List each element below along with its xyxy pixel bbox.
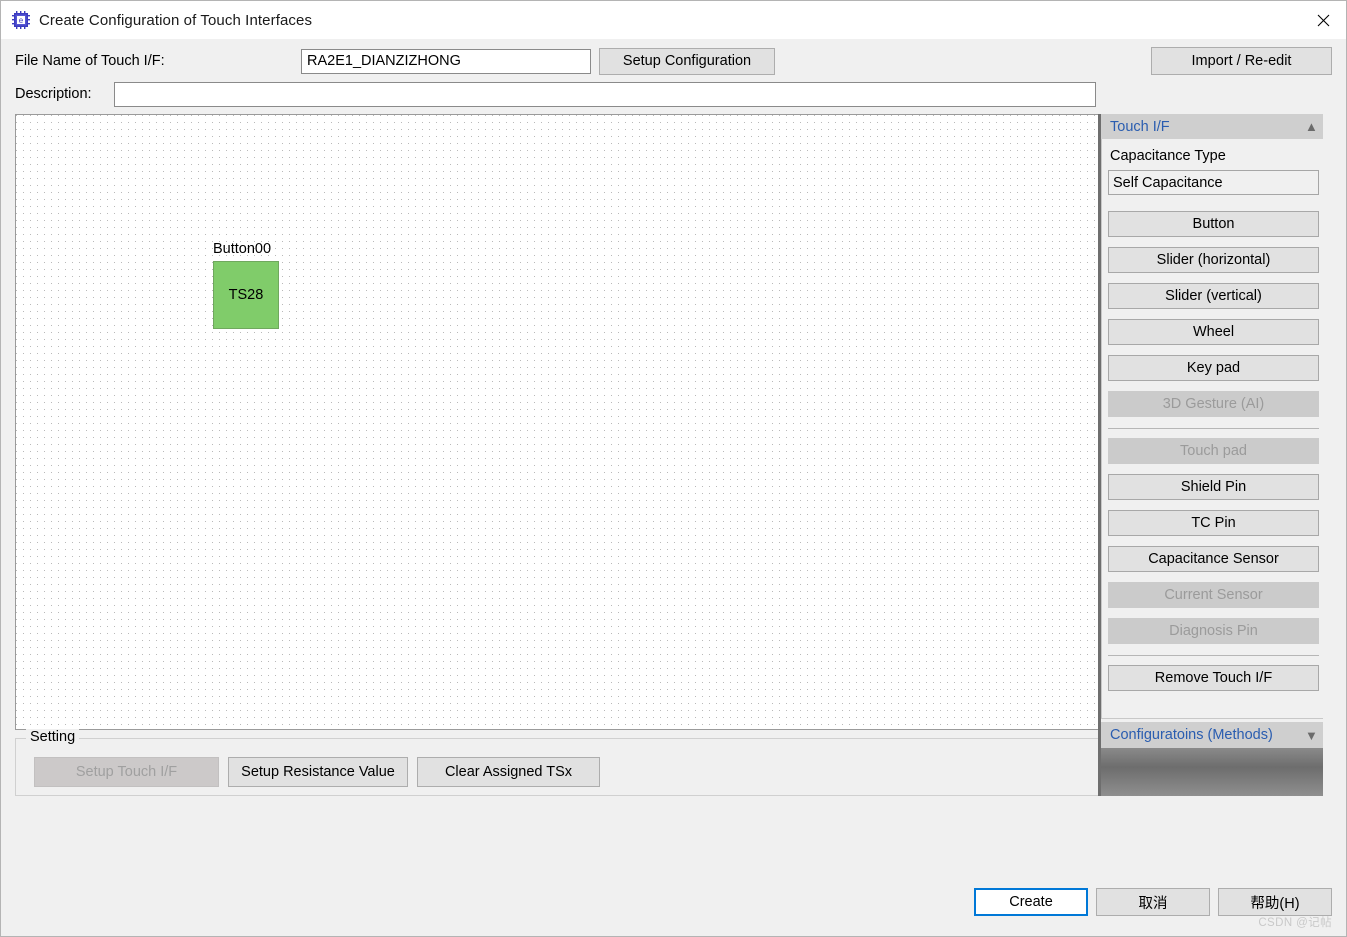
file-name-row: File Name of Touch I/F: RA2E1_DIANZIZHON…	[1, 47, 1346, 75]
setup-touch-if-button[interactable]: Setup Touch I/F	[34, 757, 219, 787]
window-title: Create Configuration of Touch Interfaces	[39, 11, 313, 29]
touch-element-button00[interactable]: Button00 TS28	[213, 241, 279, 329]
right-panel: Touch I/F ▲ Capacitance Type Self Capaci…	[1098, 114, 1334, 796]
panel-separator-2	[1108, 655, 1319, 656]
configurations-section-title: Configuratoins (Methods)	[1110, 727, 1273, 743]
description-row: Description:	[1, 80, 1346, 108]
key-pad-tool-button[interactable]: Key pad	[1108, 355, 1319, 381]
panel-inner: Touch I/F ▲ Capacitance Type Self Capaci…	[1101, 114, 1326, 796]
svg-text:e: e	[19, 16, 24, 25]
tc-pin-tool-button[interactable]: TC Pin	[1108, 510, 1319, 536]
touch-element-label: Button00	[213, 241, 272, 257]
close-icon	[1317, 14, 1329, 26]
remove-touch-if-button[interactable]: Remove Touch I/F	[1108, 665, 1319, 691]
setting-group: Setting Setup Touch I/F Setup Resistance…	[15, 729, 1098, 796]
create-button[interactable]: Create	[974, 888, 1088, 916]
panel-scrollbar[interactable]	[1323, 114, 1334, 796]
main-body: Button00 TS28 Setting Setup Touch I/F Se…	[1, 114, 1346, 796]
file-name-label: File Name of Touch I/F:	[15, 53, 165, 69]
touch-element-pin[interactable]: TS28	[213, 261, 279, 329]
app-chip-icon: e	[12, 11, 30, 29]
dialog-footer: Create 取消 帮助(H) CSDN @记帖	[1, 796, 1346, 936]
cancel-button[interactable]: 取消	[1096, 888, 1210, 916]
chevron-double-down-icon[interactable]: ▼	[1305, 729, 1319, 742]
capacitance-sensor-tool-button[interactable]: Capacitance Sensor	[1108, 546, 1319, 572]
slider-horizontal-tool-button[interactable]: Slider (horizontal)	[1108, 247, 1319, 273]
dialog-window: e Create Configuration of Touch Interfac…	[0, 0, 1347, 937]
setup-configuration-button[interactable]: Setup Configuration	[599, 47, 775, 75]
diagnosis-pin-tool-button: Diagnosis Pin	[1108, 618, 1319, 644]
watermark: CSDN @记帖	[1258, 917, 1332, 929]
chevron-double-up-icon[interactable]: ▲	[1305, 120, 1319, 133]
import-re-edit-button[interactable]: Import / Re-edit	[1151, 47, 1332, 75]
slider-vertical-tool-button[interactable]: Slider (vertical)	[1108, 283, 1319, 309]
button-tool-button[interactable]: Button	[1108, 211, 1319, 237]
form-header: File Name of Touch I/F: RA2E1_DIANZIZHON…	[1, 39, 1346, 114]
description-input[interactable]	[114, 81, 1096, 107]
shield-pin-tool-button[interactable]: Shield Pin	[1108, 474, 1319, 500]
title-bar: e Create Configuration of Touch Interfac…	[1, 1, 1346, 39]
touch-if-section-header[interactable]: Touch I/F ▲	[1101, 114, 1326, 139]
help-button[interactable]: 帮助(H)	[1218, 888, 1332, 916]
capacitance-type-value[interactable]: Self Capacitance	[1108, 170, 1319, 195]
current-sensor-tool-button: Current Sensor	[1108, 582, 1319, 608]
3d-gesture-ai-tool-button: 3D Gesture (AI)	[1108, 391, 1319, 417]
touch-if-section-title: Touch I/F	[1110, 118, 1170, 135]
close-button[interactable]	[1300, 1, 1346, 39]
touch-pad-tool-button: Touch pad	[1108, 438, 1319, 464]
setting-buttons: Setup Touch I/F Setup Resistance Value C…	[16, 739, 1098, 787]
canvas-column: Button00 TS28 Setting Setup Touch I/F Se…	[1, 114, 1098, 796]
description-label: Description:	[15, 86, 92, 102]
file-name-input[interactable]: RA2E1_DIANZIZHONG	[301, 48, 591, 74]
panel-separator-1	[1108, 428, 1319, 429]
footer-buttons: Create 取消 帮助(H)	[974, 888, 1332, 916]
setup-resistance-value-button[interactable]: Setup Resistance Value	[228, 757, 408, 787]
configurations-section-header[interactable]: Configuratoins (Methods) ▼	[1101, 722, 1326, 748]
clear-assigned-tsx-button[interactable]: Clear Assigned TSx	[417, 757, 600, 787]
touch-layout-canvas[interactable]: Button00 TS28	[15, 114, 1098, 730]
capacitance-type-label: Capacitance Type	[1110, 148, 1226, 164]
touch-if-section-body: Capacitance Type Self Capacitance Button…	[1101, 139, 1326, 719]
setting-legend: Setting	[26, 729, 80, 745]
wheel-tool-button[interactable]: Wheel	[1108, 319, 1319, 345]
panel-filler	[1101, 748, 1326, 796]
